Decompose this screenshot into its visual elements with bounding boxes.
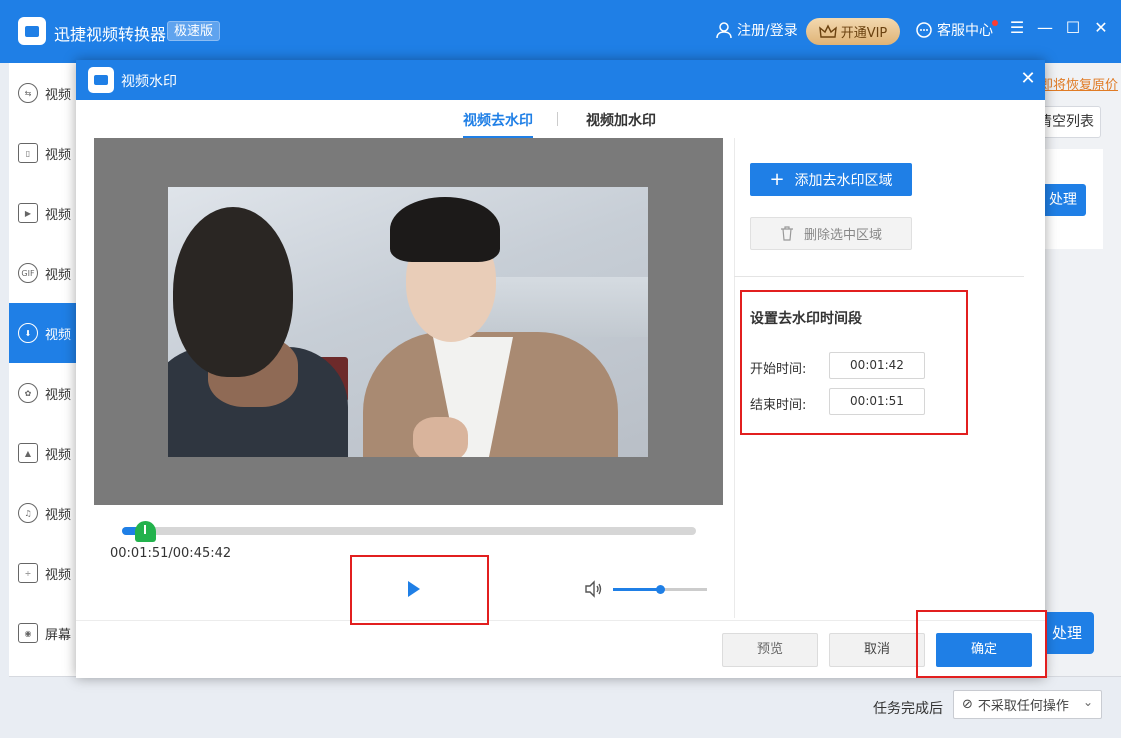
sidebar-item-label: 视频: [45, 567, 72, 583]
sidebar-item-label: 视频: [45, 267, 72, 283]
close-icon[interactable]: ✕: [1089, 18, 1113, 37]
process-button[interactable]: 处理: [1040, 184, 1086, 216]
no-action-icon: ⊘: [962, 697, 973, 712]
sidebar-item-label: 视频: [45, 447, 72, 463]
tab-add-watermark[interactable]: 视频加水印: [586, 110, 656, 138]
restore-price-link[interactable]: 即将恢复原价: [1040, 74, 1118, 93]
notification-dot: [992, 20, 998, 26]
delete-area-label: 删除选中区域: [803, 228, 882, 243]
tab-remove-watermark[interactable]: 视频去水印: [463, 110, 533, 138]
sidebar-item-label: 视频: [45, 327, 72, 343]
play-square-icon: ▶: [18, 203, 38, 223]
sidebar-item-label: 视频: [45, 507, 72, 523]
film-reel-icon: ✿: [18, 383, 38, 403]
crown-icon: [818, 23, 837, 38]
image-icon: ▲: [18, 443, 38, 463]
sidebar-item-music[interactable]: ♫ 视频: [9, 483, 76, 543]
vip-label: 开通VIP: [840, 26, 888, 41]
login-button[interactable]: 注册/登录: [715, 20, 798, 40]
user-icon: [716, 22, 732, 39]
end-time-input[interactable]: 00:01:51: [829, 388, 925, 415]
video-frame[interactable]: [168, 187, 648, 457]
dialog-logo-icon: [88, 67, 114, 93]
volume-level: [613, 588, 660, 591]
title-bar: 迅捷视频转换器 极速版 注册/登录 开通VIP 客服中心 ☰ — ☐ ✕: [0, 0, 1121, 63]
chevron-down-icon: ⌄: [1082, 695, 1093, 709]
scene-foreground-head: [173, 207, 293, 377]
panel-divider: [734, 276, 1024, 277]
app-title: 迅捷视频转换器: [54, 25, 167, 44]
seek-bar[interactable]: [122, 527, 696, 535]
split-icon: ▯: [18, 143, 38, 163]
scene-person-hair: [390, 197, 500, 262]
sidebar-item-compress[interactable]: ÷ 视频: [9, 543, 76, 603]
after-task-value: 不采取任何操作: [977, 699, 1069, 714]
dialog-tabs: 视频去水印 视频加水印: [76, 100, 1045, 140]
sidebar-item-image[interactable]: ▲ 视频: [9, 423, 76, 483]
sidebar-item-split[interactable]: ▯ 视频: [9, 123, 76, 183]
customer-service-label: 客服中心: [937, 23, 993, 39]
dialog-title: 视频水印: [121, 74, 177, 90]
tab-divider: [557, 112, 558, 126]
sidebar: ⇆ 视频 ▯ 视频 ▶ 视频 GIF 视频 ⬇ 视频 ✿ 视频 ▲ 视频 ♫ 视: [9, 63, 76, 676]
chat-icon: [916, 22, 932, 38]
process-all-button[interactable]: 处理: [1040, 612, 1094, 654]
volume-thumb[interactable]: [656, 585, 665, 594]
sidebar-item-watermark[interactable]: ⬇ 视频: [9, 303, 76, 363]
delete-selected-area-button[interactable]: 删除选中区域: [750, 217, 912, 250]
end-time-label: 结束时间:: [750, 398, 807, 413]
sidebar-item-gif[interactable]: GIF 视频: [9, 243, 76, 303]
trash-icon: [780, 226, 793, 241]
sidebar-item-reel[interactable]: ✿ 视频: [9, 363, 76, 423]
music-icon: ♫: [18, 503, 38, 523]
vip-button[interactable]: 开通VIP: [806, 18, 900, 45]
screen-record-icon: ◉: [18, 623, 38, 643]
start-time-input[interactable]: 00:01:42: [829, 352, 925, 379]
minimize-icon[interactable]: —: [1033, 18, 1057, 37]
after-task-label: 任务完成后: [873, 701, 943, 717]
watermark-icon: ⬇: [18, 323, 38, 343]
maximize-icon[interactable]: ☐: [1061, 18, 1085, 37]
hamburger-icon[interactable]: ☰: [1005, 18, 1029, 37]
watermark-dialog: 视频水印 ✕ 视频去水印 视频加水印 00:01:51/00:45:42 + 添…: [76, 60, 1045, 678]
dialog-close-icon[interactable]: ✕: [1018, 68, 1038, 89]
confirm-button[interactable]: 确定: [936, 633, 1032, 667]
sidebar-item-label: 屏幕: [45, 627, 72, 643]
cancel-button[interactable]: 取消: [829, 633, 925, 667]
gif-icon: GIF: [18, 263, 38, 283]
login-label: 注册/登录: [737, 23, 798, 39]
sidebar-item-play[interactable]: ▶ 视频: [9, 183, 76, 243]
volume-icon[interactable]: [584, 580, 604, 598]
start-time-label: 开始时间:: [750, 362, 807, 377]
scene-person-hand: [413, 417, 468, 457]
edition-badge: 极速版: [167, 21, 221, 41]
play-icon[interactable]: [404, 578, 424, 600]
after-task-select[interactable]: ⊘ 不采取任何操作 ⌄: [953, 690, 1102, 719]
sidebar-item-label: 视频: [45, 207, 72, 223]
dialog-header: 视频水印 ✕: [76, 60, 1045, 100]
seek-thumb[interactable]: [134, 521, 156, 542]
sidebar-item-label: 视频: [45, 147, 72, 163]
plus-icon: +: [769, 168, 785, 190]
sidebar-item-screen[interactable]: ◉ 屏幕: [9, 603, 76, 663]
video-preview[interactable]: [94, 138, 723, 505]
compress-icon: ÷: [18, 563, 38, 583]
time-readout: 00:01:51/00:45:42: [110, 546, 232, 561]
app-logo-icon: [18, 17, 46, 45]
add-watermark-area-button[interactable]: + 添加去水印区域: [750, 163, 912, 196]
customer-service-button[interactable]: 客服中心: [915, 20, 993, 40]
time-range-title: 设置去水印时间段: [750, 311, 862, 327]
preview-button[interactable]: 预览: [722, 633, 818, 667]
sidebar-item-label: 视频: [45, 387, 72, 403]
convert-icon: ⇆: [18, 83, 38, 103]
add-area-label: 添加去水印区域: [794, 172, 893, 189]
sidebar-item-label: 视频: [45, 87, 72, 103]
sidebar-item-convert[interactable]: ⇆ 视频: [9, 63, 76, 123]
